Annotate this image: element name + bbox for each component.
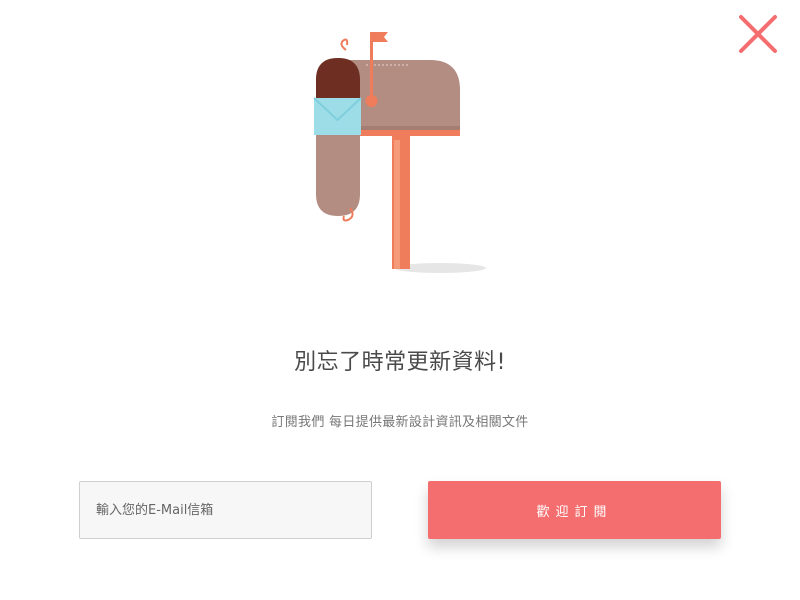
- mailbox-illustration: [300, 22, 500, 280]
- subtitle-text: 訂閱我們 每日提供最新設計資訊及相關文件: [271, 415, 529, 430]
- mailbox-icon: [313, 32, 486, 273]
- close-button[interactable]: [736, 12, 780, 56]
- newsletter-popup: 別忘了時常更新資料! 訂閱我們 每日提供最新設計資訊及相關文件 歡迎訂閱: [0, 0, 800, 600]
- headline: 別忘了時常更新資料!: [294, 350, 506, 375]
- close-icon: [739, 15, 777, 53]
- subscribe-button[interactable]: 歡迎訂閱: [428, 481, 721, 539]
- email-input[interactable]: [79, 481, 372, 539]
